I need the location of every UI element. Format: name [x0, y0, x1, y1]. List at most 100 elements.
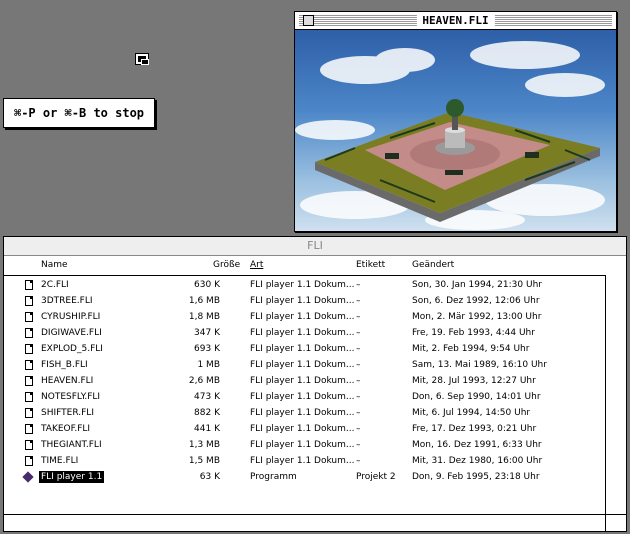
finder-title-bar[interactable]: FLI: [4, 237, 626, 256]
document-icon: [25, 312, 33, 322]
file-label: –: [356, 344, 361, 354]
movie-window-title: HEAVEN.FLI: [416, 14, 495, 27]
file-list: 2C.FLI 630 K FLI player 1.1 Dokum... – S…: [4, 277, 606, 485]
file-label: –: [356, 392, 361, 402]
file-kind: FLI player 1.1 Dokum...: [250, 296, 355, 306]
heaven-scene-image: [295, 41, 605, 230]
file-name: DIGIWAVE.FLI: [41, 328, 102, 338]
column-header-kind[interactable]: Art: [250, 260, 263, 270]
document-icon: [25, 392, 33, 402]
column-header-name[interactable]: Name: [41, 260, 68, 270]
close-box-icon[interactable]: [303, 15, 314, 26]
file-label: –: [356, 440, 361, 450]
file-name: 2C.FLI: [41, 280, 69, 290]
file-kind: FLI player 1.1 Dokum...: [250, 392, 355, 402]
file-name: FISH_B.FLI: [41, 360, 88, 370]
vertical-scrollbar[interactable]: [605, 275, 626, 515]
file-modified: Don, 9. Feb 1995, 23:18 Uhr: [412, 472, 540, 482]
horizontal-scrollbar[interactable]: [4, 514, 606, 531]
application-icon: [22, 471, 34, 483]
file-name: CYRUSHIP.FLI: [41, 312, 101, 322]
document-icon: [25, 344, 33, 354]
column-header-label[interactable]: Etikett: [356, 260, 385, 270]
file-row-selected[interactable]: FLI player 1.1 63 K Programm Projekt 2 D…: [4, 469, 606, 485]
file-modified: Son, 30. Jan 1994, 21:30 Uhr: [412, 280, 542, 290]
file-kind: FLI player 1.1 Dokum...: [250, 360, 355, 370]
file-name: HEAVEN.FLI: [41, 376, 94, 386]
file-size: 347 K: [194, 328, 220, 338]
file-size: 693 K: [194, 344, 220, 354]
file-kind: FLI player 1.1 Dokum...: [250, 408, 355, 418]
file-name: FLI player 1.1: [39, 471, 105, 483]
file-size: 882 K: [194, 408, 220, 418]
file-name: 3DTREE.FLI: [41, 296, 93, 306]
movie-window[interactable]: HEAVEN.FLI: [294, 11, 617, 232]
file-name: NOTESFLY.FLI: [41, 392, 101, 402]
file-kind: FLI player 1.1 Dokum...: [250, 456, 355, 466]
file-row[interactable]: TAKEOF.FLI 441 K FLI player 1.1 Dokum...…: [4, 421, 606, 437]
file-modified: Mit, 2. Feb 1994, 9:54 Uhr: [412, 344, 530, 354]
file-size: 473 K: [194, 392, 220, 402]
file-modified: Don, 6. Sep 1990, 14:01 Uhr: [412, 392, 541, 402]
file-modified: Mit, 31. Dez 1980, 16:00 Uhr: [412, 456, 543, 466]
file-kind: FLI player 1.1 Dokum...: [250, 328, 355, 338]
file-kind: FLI player 1.1 Dokum...: [250, 280, 355, 290]
document-icon: [25, 424, 33, 434]
document-icon: [25, 440, 33, 450]
file-row[interactable]: 3DTREE.FLI 1,6 MB FLI player 1.1 Dokum..…: [4, 293, 606, 309]
file-row[interactable]: CYRUSHIP.FLI 1,8 MB FLI player 1.1 Dokum…: [4, 309, 606, 325]
file-size: 1,8 MB: [188, 312, 220, 322]
file-row[interactable]: FISH_B.FLI 1 MB FLI player 1.1 Dokum... …: [4, 357, 606, 373]
file-kind: FLI player 1.1 Dokum...: [250, 440, 355, 450]
file-size: 630 K: [194, 280, 220, 290]
file-name: EXPLOD_5.FLI: [41, 344, 103, 354]
column-header-modified[interactable]: Geändert: [412, 260, 454, 270]
file-label: –: [356, 408, 361, 418]
file-row[interactable]: TIME.FLI 1,5 MB FLI player 1.1 Dokum... …: [4, 453, 606, 469]
file-name: THEGIANT.FLI: [41, 440, 102, 450]
document-icon: [25, 376, 33, 386]
movie-frame: [295, 30, 616, 231]
file-label: Projekt 2: [356, 472, 396, 482]
file-row[interactable]: 2C.FLI 630 K FLI player 1.1 Dokum... – S…: [4, 277, 606, 293]
file-label: –: [356, 280, 361, 290]
column-header-size[interactable]: Größe: [213, 260, 240, 270]
finder-window-title: FLI: [307, 239, 323, 252]
movie-title-bar[interactable]: HEAVEN.FLI: [295, 12, 616, 30]
file-kind: FLI player 1.1 Dokum...: [250, 344, 355, 354]
file-size: 441 K: [194, 424, 220, 434]
file-row[interactable]: EXPLOD_5.FLI 693 K FLI player 1.1 Dokum.…: [4, 341, 606, 357]
resize-box-icon[interactable]: [605, 514, 626, 531]
file-size: 2,6 MB: [188, 376, 220, 386]
file-size: 1,6 MB: [188, 296, 220, 306]
file-label: –: [356, 424, 361, 434]
stop-message-box: ⌘-P or ⌘-B to stop: [3, 98, 155, 128]
file-modified: Mit, 6. Jul 1994, 14:50 Uhr: [412, 408, 531, 418]
file-row[interactable]: SHIFTER.FLI 882 K FLI player 1.1 Dokum..…: [4, 405, 606, 421]
document-icon: [25, 408, 33, 418]
file-label: –: [356, 328, 361, 338]
file-kind: Programm: [250, 472, 297, 482]
document-icon: [25, 296, 33, 306]
file-row[interactable]: DIGIWAVE.FLI 347 K FLI player 1.1 Dokum.…: [4, 325, 606, 341]
file-row[interactable]: HEAVEN.FLI 2,6 MB FLI player 1.1 Dokum..…: [4, 373, 606, 389]
window-icon[interactable]: [135, 53, 149, 65]
finder-window[interactable]: FLI Name Größe Art Etikett Geändert 2C.F…: [3, 236, 627, 532]
file-modified: Mit, 28. Jul 1993, 12:27 Uhr: [412, 376, 536, 386]
file-name: SHIFTER.FLI: [41, 408, 94, 418]
document-icon: [25, 360, 33, 370]
file-label: –: [356, 456, 361, 466]
file-kind: FLI player 1.1 Dokum...: [250, 424, 355, 434]
file-size: 1,3 MB: [188, 440, 220, 450]
file-row[interactable]: NOTESFLY.FLI 473 K FLI player 1.1 Dokum.…: [4, 389, 606, 405]
file-modified: Sam, 13. Mai 1989, 16:10 Uhr: [412, 360, 547, 370]
file-row[interactable]: THEGIANT.FLI 1,3 MB FLI player 1.1 Dokum…: [4, 437, 606, 453]
file-label: –: [356, 376, 361, 386]
document-icon: [25, 328, 33, 338]
file-size: 1,5 MB: [188, 456, 220, 466]
file-modified: Fre, 17. Dez 1993, 0:21 Uhr: [412, 424, 537, 434]
file-kind: FLI player 1.1 Dokum...: [250, 376, 355, 386]
file-modified: Mon, 16. Dez 1991, 6:33 Uhr: [412, 440, 542, 450]
file-label: –: [356, 312, 361, 322]
file-modified: Fre, 19. Feb 1993, 4:44 Uhr: [412, 328, 535, 338]
